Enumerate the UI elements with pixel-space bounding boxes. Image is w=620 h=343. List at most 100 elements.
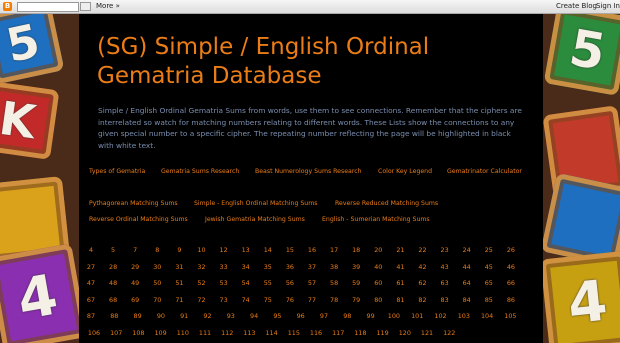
number-link[interactable]: 51 [171, 279, 187, 287]
number-link[interactable]: 24 [459, 246, 475, 254]
number-link[interactable]: 92 [200, 312, 216, 320]
number-link[interactable]: 26 [503, 246, 519, 254]
number-link[interactable]: 81 [392, 296, 408, 304]
number-link[interactable]: 12 [216, 246, 232, 254]
number-link[interactable]: 52 [194, 279, 210, 287]
number-link[interactable]: 82 [415, 296, 431, 304]
number-link[interactable]: 72 [194, 296, 210, 304]
number-link[interactable]: 114 [264, 329, 280, 337]
number-link[interactable]: 119 [375, 329, 391, 337]
number-link[interactable]: 71 [171, 296, 187, 304]
number-link[interactable]: 46 [503, 263, 519, 271]
nav-link[interactable]: Color Key Legend [378, 168, 432, 175]
nav-link[interactable]: Jewish Gematria Matching Sums [205, 216, 305, 223]
number-link[interactable]: 93 [223, 312, 239, 320]
number-link[interactable]: 53 [216, 279, 232, 287]
number-link[interactable]: 91 [176, 312, 192, 320]
number-link[interactable]: 20 [370, 246, 386, 254]
number-link[interactable]: 97 [316, 312, 332, 320]
number-link[interactable]: 42 [415, 263, 431, 271]
number-link[interactable]: 55 [260, 279, 276, 287]
number-link[interactable]: 13 [238, 246, 254, 254]
number-link[interactable]: 69 [127, 296, 143, 304]
number-link[interactable]: 99 [363, 312, 379, 320]
number-link[interactable]: 66 [503, 279, 519, 287]
number-link[interactable]: 80 [370, 296, 386, 304]
nav-link[interactable]: Reverse Reduced Matching Sums [335, 200, 438, 207]
number-link[interactable]: 113 [241, 329, 257, 337]
number-link[interactable]: 44 [459, 263, 475, 271]
number-link[interactable]: 60 [370, 279, 386, 287]
sign-in-link[interactable]: Sign In [596, 2, 620, 11]
number-link[interactable]: 29 [127, 263, 143, 271]
number-link[interactable]: 45 [481, 263, 497, 271]
number-link[interactable]: 15 [282, 246, 298, 254]
search-input[interactable] [17, 2, 79, 12]
number-link[interactable]: 85 [481, 296, 497, 304]
number-link[interactable]: 5 [105, 246, 121, 254]
number-link[interactable]: 23 [437, 246, 453, 254]
number-link[interactable]: 101 [409, 312, 425, 320]
number-link[interactable]: 87 [83, 312, 99, 320]
number-link[interactable]: 86 [503, 296, 519, 304]
search-button[interactable] [80, 2, 91, 11]
nav-link[interactable]: Gematrinator Calculator [447, 168, 522, 175]
number-link[interactable]: 33 [216, 263, 232, 271]
number-link[interactable]: 62 [415, 279, 431, 287]
number-link[interactable]: 112 [219, 329, 235, 337]
number-link[interactable]: 76 [282, 296, 298, 304]
number-link[interactable]: 67 [83, 296, 99, 304]
number-link[interactable]: 94 [246, 312, 262, 320]
number-link[interactable]: 21 [392, 246, 408, 254]
number-link[interactable]: 111 [197, 329, 213, 337]
nav-link[interactable]: Simple - English Ordinal Matching Sums [194, 200, 317, 207]
number-link[interactable]: 50 [149, 279, 165, 287]
number-link[interactable]: 78 [326, 296, 342, 304]
number-link[interactable]: 16 [304, 246, 320, 254]
number-link[interactable]: 104 [479, 312, 495, 320]
number-link[interactable]: 84 [459, 296, 475, 304]
number-link[interactable]: 22 [415, 246, 431, 254]
number-link[interactable]: 35 [260, 263, 276, 271]
number-link[interactable]: 39 [348, 263, 364, 271]
number-link[interactable]: 37 [304, 263, 320, 271]
number-link[interactable]: 17 [326, 246, 342, 254]
nav-link[interactable]: Beast Numerology Sums Research [255, 168, 362, 175]
number-link[interactable]: 68 [105, 296, 121, 304]
more-menu[interactable]: More » [96, 2, 120, 11]
number-link[interactable]: 41 [392, 263, 408, 271]
number-link[interactable]: 49 [127, 279, 143, 287]
number-link[interactable]: 30 [149, 263, 165, 271]
number-link[interactable]: 115 [286, 329, 302, 337]
number-link[interactable]: 100 [386, 312, 402, 320]
number-link[interactable]: 43 [437, 263, 453, 271]
number-link[interactable]: 107 [108, 329, 124, 337]
number-link[interactable]: 120 [397, 329, 413, 337]
number-link[interactable]: 32 [194, 263, 210, 271]
number-link[interactable]: 58 [326, 279, 342, 287]
number-link[interactable]: 77 [304, 296, 320, 304]
number-link[interactable]: 73 [216, 296, 232, 304]
nav-link[interactable]: Reverse Ordinal Matching Sums [89, 216, 188, 223]
number-link[interactable]: 105 [502, 312, 518, 320]
number-link[interactable]: 56 [282, 279, 298, 287]
number-link[interactable]: 40 [370, 263, 386, 271]
number-link[interactable]: 75 [260, 296, 276, 304]
number-link[interactable]: 108 [130, 329, 146, 337]
number-link[interactable]: 28 [105, 263, 121, 271]
number-link[interactable]: 83 [437, 296, 453, 304]
number-link[interactable]: 25 [481, 246, 497, 254]
number-link[interactable]: 10 [194, 246, 210, 254]
number-link[interactable]: 27 [83, 263, 99, 271]
nav-link[interactable]: Pythagorean Matching Sums [89, 200, 178, 207]
blogger-logo-icon[interactable]: B [3, 2, 12, 11]
create-blog-link[interactable]: Create Blog [556, 2, 597, 11]
number-link[interactable]: 74 [238, 296, 254, 304]
nav-link[interactable]: Types of Gematria [89, 168, 145, 175]
number-link[interactable]: 88 [106, 312, 122, 320]
number-link[interactable]: 116 [308, 329, 324, 337]
number-link[interactable]: 79 [348, 296, 364, 304]
number-link[interactable]: 18 [348, 246, 364, 254]
number-link[interactable]: 14 [260, 246, 276, 254]
nav-link[interactable]: English - Sumerian Matching Sums [322, 216, 430, 223]
